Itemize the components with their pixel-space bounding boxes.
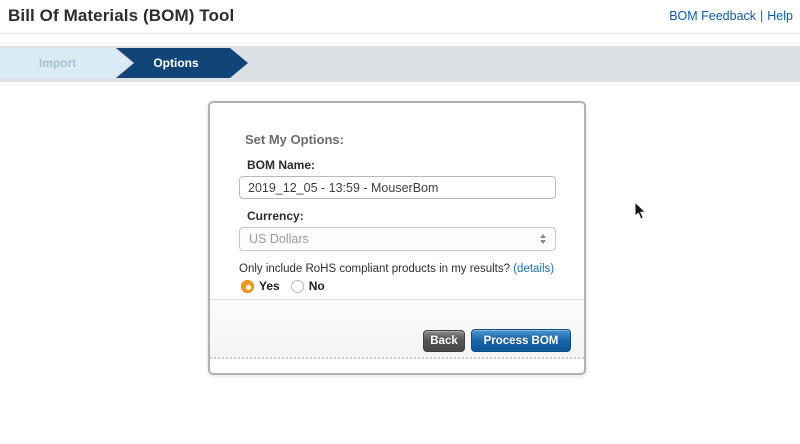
step-options-label: Options	[153, 56, 198, 70]
rohs-question-text: Only include RoHS compliant products in …	[239, 263, 510, 275]
header-links: BOM Feedback | Help	[669, 9, 793, 23]
rohs-yes-label: Yes	[259, 279, 280, 293]
bom-name-input[interactable]	[239, 176, 556, 199]
rohs-radio-group: Yes No	[241, 279, 336, 293]
bom-name-label: BOM Name:	[247, 158, 315, 172]
up-down-stepper-icon	[540, 234, 546, 244]
rohs-no-radio[interactable]	[291, 280, 304, 293]
page-title: Bill Of Materials (BOM) Tool	[8, 6, 234, 26]
dialog-heading: Set My Options:	[245, 132, 344, 147]
bom-feedback-link[interactable]: BOM Feedback	[669, 9, 756, 23]
step-import-label: Import	[39, 56, 76, 70]
rohs-no-label: No	[309, 279, 325, 293]
currency-select[interactable]: US Dollars	[239, 227, 556, 251]
rohs-yes-radio[interactable]	[241, 280, 254, 293]
set-options-dialog: Set My Options: BOM Name: Currency: US D…	[208, 101, 586, 375]
help-link[interactable]: Help	[767, 9, 793, 23]
header-divider	[0, 33, 800, 34]
step-import[interactable]: Import	[0, 48, 131, 78]
rohs-question: Only include RoHS compliant products in …	[239, 263, 554, 275]
currency-selected-value: US Dollars	[249, 232, 309, 246]
wizard-step-bar: Import Options	[0, 46, 800, 82]
currency-label: Currency:	[247, 209, 304, 223]
back-button[interactable]: Back	[423, 330, 465, 352]
bom-tool-page: Bill Of Materials (BOM) Tool BOM Feedbac…	[0, 0, 800, 444]
rohs-details-link[interactable]: (details)	[513, 263, 554, 275]
mouse-pointer-icon	[634, 201, 647, 220]
step-options[interactable]: Options	[116, 48, 248, 78]
link-separator: |	[760, 9, 763, 23]
process-bom-button[interactable]: Process BOM	[471, 329, 571, 352]
